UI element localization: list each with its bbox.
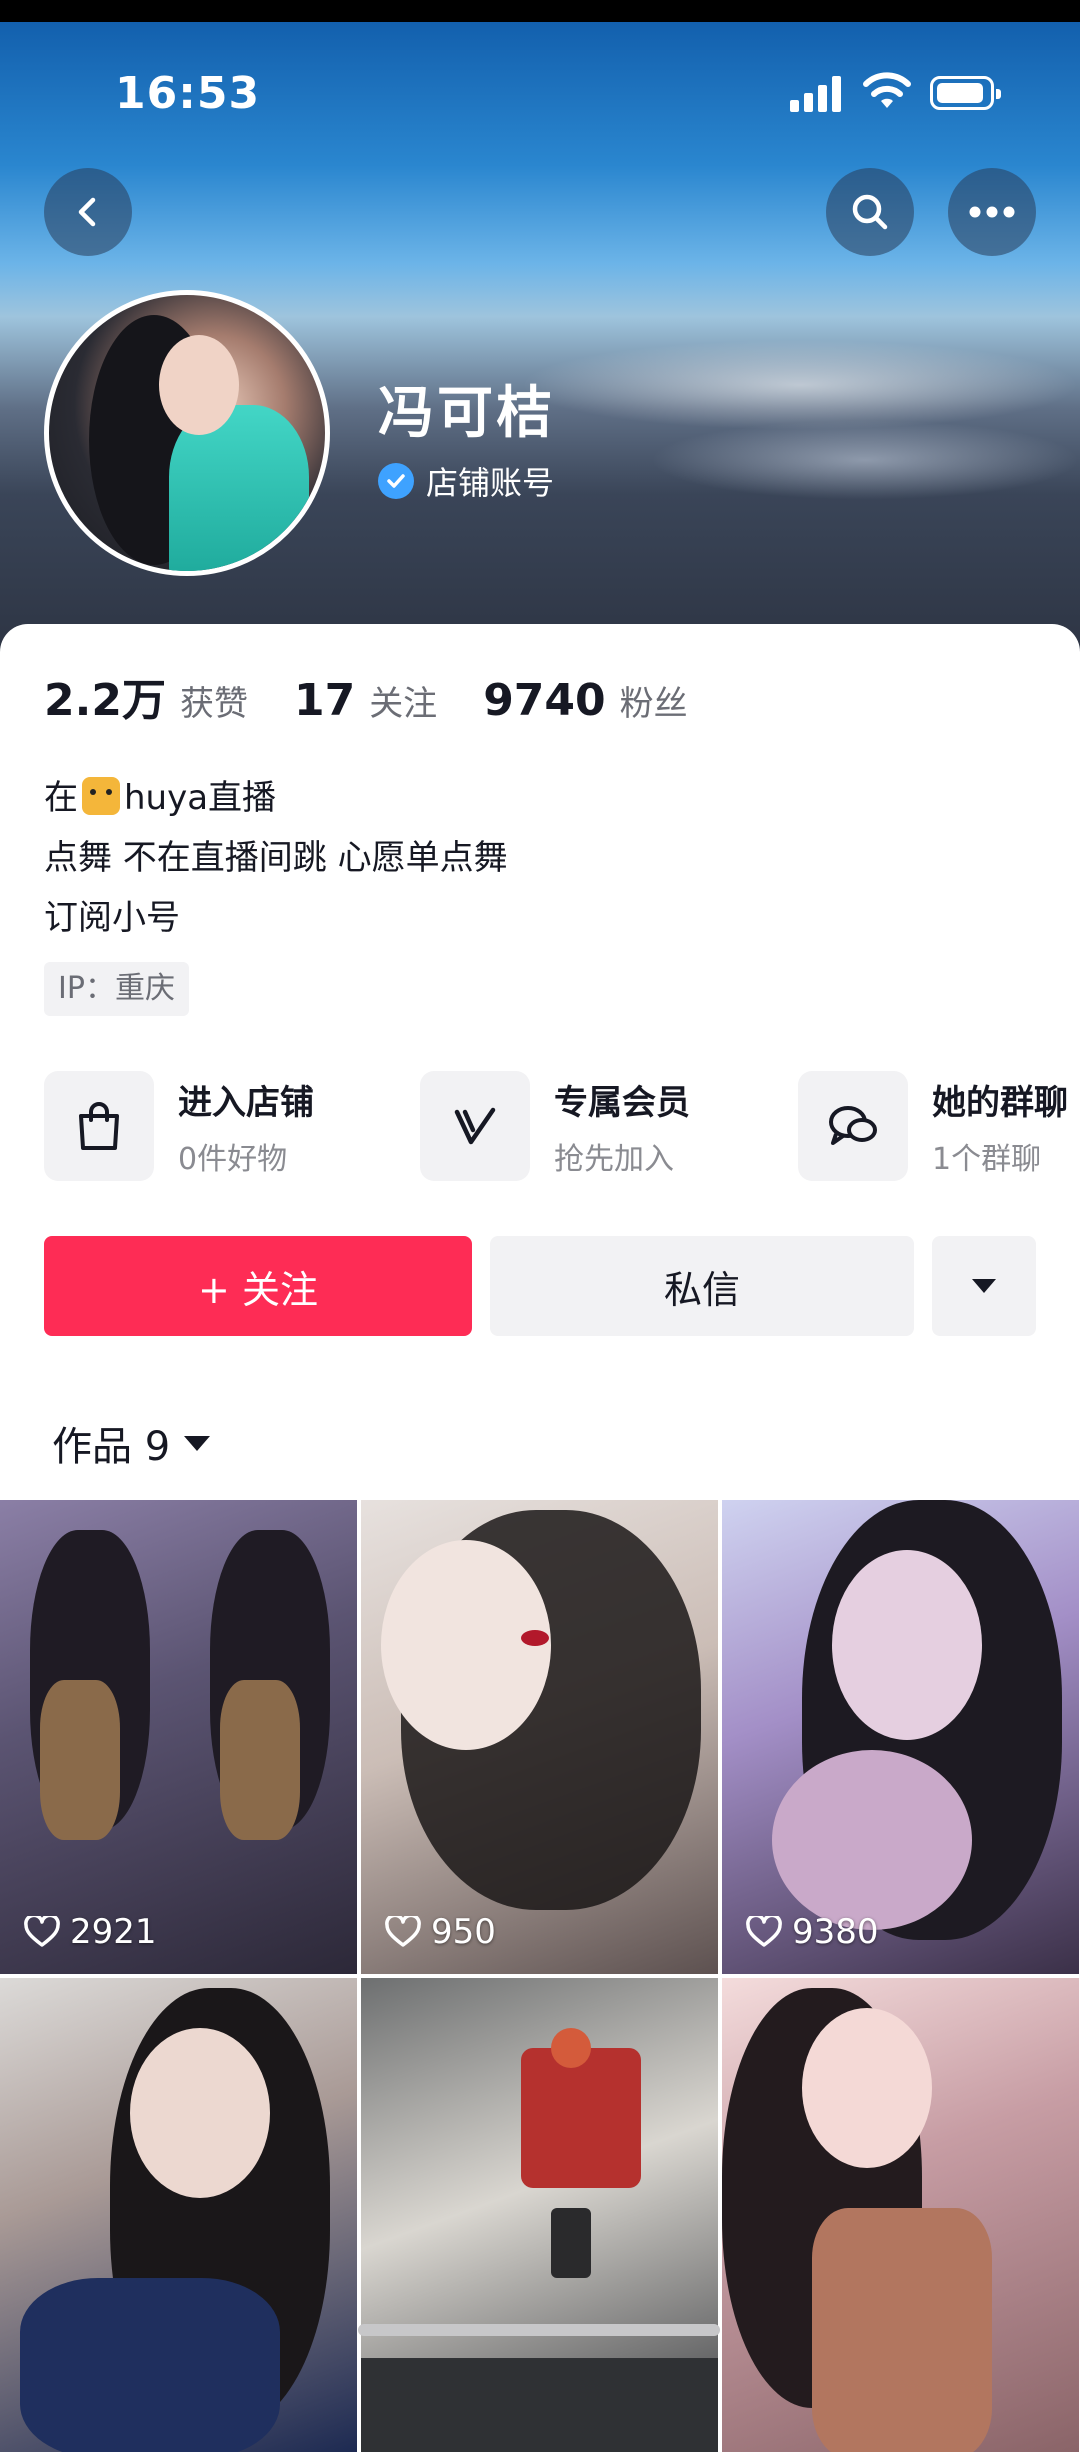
membership-subtitle: 抢先加入 [554, 1141, 674, 1177]
verified-badge: 店铺账号 [378, 458, 554, 504]
verified-check-icon [378, 463, 414, 499]
caret-down-icon [184, 1435, 211, 1451]
v-member-icon [420, 1071, 530, 1181]
back-button[interactable] [44, 168, 132, 256]
post-tile[interactable] [361, 1978, 718, 2452]
likes-count[interactable]: 2.2万 [44, 664, 166, 728]
feature-shortcuts: 进入店铺 0件好物 专属会员抢先加入 她的群聊 1个群聊 [44, 1070, 1080, 1190]
group-chat-icon [798, 1071, 908, 1181]
works-label: 作品 9 [52, 1424, 171, 1470]
battery-icon [930, 76, 1001, 110]
status-time: 16:53 [115, 68, 261, 119]
membership-title: 专属会员 [554, 1082, 690, 1123]
heart-icon [24, 1916, 60, 1947]
avatar[interactable] [44, 290, 330, 576]
heart-icon [746, 1916, 782, 1947]
message-button[interactable]: 私信 [490, 1236, 914, 1336]
post-tile[interactable]: 9380 [722, 1500, 1079, 1974]
shop-title: 进入店铺 [178, 1082, 314, 1123]
more-button[interactable] [948, 168, 1036, 256]
shop-subtitle: 0件好物 [178, 1141, 288, 1177]
badge-label: 店铺账号 [426, 464, 555, 502]
wifi-icon [863, 72, 911, 108]
works-tab[interactable]: 作品 9 [52, 1414, 211, 1472]
bio-line-3: 订阅小号 [44, 898, 180, 938]
home-indicator [358, 2324, 720, 2336]
search-button[interactable] [826, 168, 914, 256]
post-tile[interactable]: 950 [361, 1500, 718, 1974]
profile-actions: + 关注 私信 [44, 1236, 1036, 1336]
group-chat-entry[interactable]: 她的群聊 1个群聊 [798, 1070, 1068, 1182]
bio-line-2: 点舞 不在直播间跳 心愿单点舞 [44, 838, 508, 878]
tiger-emoji-icon [82, 777, 120, 815]
following-label: 关注 [369, 684, 438, 724]
signal-icon [790, 76, 844, 112]
profile-card: 2.2万 获赞 17 关注 9740 粉丝 在 huya直播 点舞 不在直播间跳 … [0, 624, 1080, 2452]
post-tile[interactable]: 2921 [0, 1500, 357, 1974]
post-likes: 9380 [746, 1912, 879, 1952]
follow-button[interactable]: + 关注 [44, 1236, 472, 1336]
profile-stats: 2.2万 获赞 17 关注 9740 粉丝 [44, 664, 734, 728]
followers-label: 粉丝 [619, 684, 688, 724]
status-bar: 16:53 [0, 60, 1080, 130]
likes-label: 获赞 [179, 684, 248, 724]
more-actions-dropdown[interactable] [932, 1236, 1036, 1336]
search-icon [852, 194, 888, 230]
profile-name: 冯可桔 [378, 381, 555, 446]
ellipsis-icon [969, 206, 1015, 218]
shopping-bag-icon [44, 1071, 154, 1181]
cover-cloud [650, 420, 1080, 500]
group-chat-title: 她的群聊 [932, 1082, 1068, 1123]
heart-icon [385, 1916, 421, 1947]
caret-down-icon [972, 1279, 996, 1293]
chevron-left-icon [78, 197, 96, 227]
cover-cloud [520, 340, 1080, 430]
post-tile[interactable] [0, 1978, 357, 2452]
followers-count[interactable]: 9740 [483, 675, 605, 726]
top-black-strip [0, 0, 1080, 22]
ip-location-tag: IP：重庆 [44, 962, 189, 1016]
post-likes: 950 [385, 1912, 496, 1952]
membership-entry[interactable]: 专属会员 抢先加入 [420, 1070, 690, 1182]
bio-line-1: 在 huya直播 [44, 777, 277, 818]
following-count[interactable]: 17 [294, 675, 355, 726]
profile-bio: 在 huya直播 点舞 不在直播间跳 心愿单点舞 订阅小号 [44, 768, 508, 948]
shop-entry[interactable]: 进入店铺 0件好物 [44, 1070, 314, 1182]
group-chat-subtitle: 1个群聊 [932, 1141, 1042, 1177]
post-likes: 2921 [24, 1912, 157, 1952]
post-tile[interactable] [722, 1978, 1079, 2452]
